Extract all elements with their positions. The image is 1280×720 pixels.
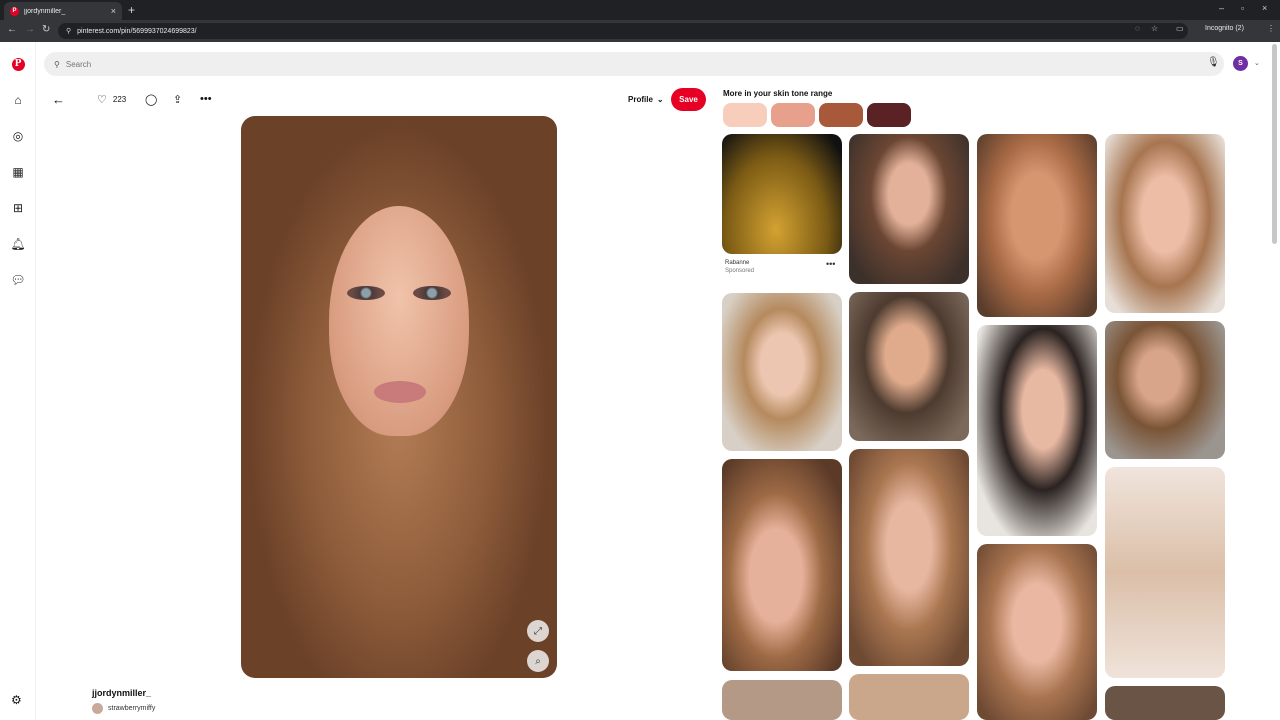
related-pin[interactable] <box>849 292 969 441</box>
sub-user-name[interactable]: strawberrymiffy <box>108 705 155 712</box>
pinterest-logo[interactable]: P <box>10 56 26 72</box>
pinterest-logo-icon: P <box>11 57 25 71</box>
boards-icon[interactable]: ▦ <box>10 164 26 180</box>
portrait-lips <box>374 381 426 403</box>
search-placeholder: Search <box>65 59 92 69</box>
related-pin[interactable] <box>722 293 842 451</box>
like-button[interactable]: ♡ 223 <box>97 93 126 106</box>
more-options-icon[interactable]: ••• <box>200 93 212 105</box>
chevron-down-icon: ⌄ <box>656 95 664 104</box>
search-icon: ⚲ <box>54 59 60 69</box>
related-pin[interactable] <box>977 134 1097 317</box>
visual-search-icon[interactable]: ⌕ <box>527 650 549 672</box>
account-avatar[interactable]: S <box>1233 56 1248 71</box>
skin-tone-swatch[interactable] <box>723 103 767 127</box>
portrait-eye <box>413 286 451 300</box>
left-nav-rail: P ⌂ ◎ ▦ ⊞ 🔔︎ 💬︎ <box>0 42 36 720</box>
home-icon[interactable]: ⌂ <box>10 92 26 108</box>
tab-title: jjordynmiller_ <box>24 7 66 15</box>
profile-label: Profile <box>628 95 653 104</box>
related-pin[interactable] <box>849 449 969 666</box>
search-input[interactable]: ⚲ Search <box>44 52 1224 76</box>
related-title: More in your skin tone range <box>723 89 833 98</box>
related-pin[interactable] <box>977 544 1097 720</box>
sub-user-avatar <box>92 703 103 714</box>
browser-tab-bar: P jjordynmiller_ × + – ▫ × <box>0 0 1280 20</box>
explore-icon[interactable]: ◎ <box>10 128 26 144</box>
menu-kebab-icon[interactable]: ⋮ <box>1267 24 1275 33</box>
reload-icon[interactable]: ↻ <box>42 24 50 35</box>
portrait-face <box>329 206 469 436</box>
close-window-icon[interactable]: × <box>1262 3 1267 13</box>
share-icon[interactable]: ⇪ <box>173 93 182 106</box>
incognito-label[interactable]: Incognito (2) <box>1205 25 1244 32</box>
related-pin[interactable] <box>1105 321 1225 459</box>
create-icon[interactable]: ⊞ <box>10 200 26 216</box>
related-pin[interactable] <box>722 680 842 720</box>
comment-icon[interactable]: ◯ <box>145 93 157 106</box>
related-pin[interactable] <box>977 325 1097 536</box>
related-pin[interactable] <box>849 674 969 720</box>
skin-tone-swatch[interactable] <box>771 103 815 127</box>
messages-icon[interactable]: 💬︎ <box>10 272 26 288</box>
related-pin[interactable] <box>1105 134 1225 313</box>
like-count: 223 <box>112 95 127 104</box>
pinterest-favicon-icon: P <box>10 6 19 16</box>
related-pin[interactable] <box>722 459 842 671</box>
related-pin[interactable] <box>849 134 969 284</box>
bookmark-star-icon[interactable]: ☆ <box>1151 24 1158 33</box>
browser-tab[interactable]: P jjordynmiller_ × <box>4 2 122 20</box>
pin-image[interactable] <box>241 116 557 678</box>
forward-nav-icon[interactable]: → <box>25 24 35 35</box>
expand-icon[interactable]: ⤢ <box>527 620 549 642</box>
minimize-icon[interactable]: – <box>1219 3 1224 13</box>
address-bar[interactable]: ⚲ pinterest.com/pin/5699937024699823/ <box>58 23 1188 39</box>
sidepanel-icon[interactable]: ▭ <box>1176 24 1184 33</box>
eye-off-icon[interactable]: ◌ <box>1135 24 1140 33</box>
close-tab-icon[interactable]: × <box>111 6 116 16</box>
portrait-eye <box>347 286 385 300</box>
save-button[interactable]: Save <box>671 88 706 111</box>
page-scrollbar[interactable] <box>1272 44 1277 244</box>
browser-toolbar: ← → ↻ ⚲ pinterest.com/pin/56999370246998… <box>0 20 1280 42</box>
ad-pin-image[interactable] <box>722 134 842 254</box>
site-info-icon[interactable]: ⚲ <box>66 27 71 35</box>
notifications-bell-icon[interactable]: 🔔︎ <box>10 236 26 252</box>
heart-icon: ♡ <box>97 94 107 106</box>
related-pin[interactable] <box>1105 467 1225 678</box>
more-options-icon[interactable]: ••• <box>826 259 835 269</box>
ad-brand[interactable]: Rabanne <box>725 260 749 266</box>
back-nav-icon[interactable]: ← <box>7 24 17 35</box>
new-tab-icon[interactable]: + <box>128 3 135 17</box>
pin-author[interactable]: jjordynmiller_ <box>92 688 151 698</box>
profile-dropdown[interactable]: Profile ⌄ <box>628 95 664 104</box>
url-text: pinterest.com/pin/5699937024699823/ <box>77 27 197 35</box>
microphone-icon[interactable]: 🎙︎ <box>1207 57 1220 68</box>
back-arrow-icon[interactable]: ← <box>52 92 65 107</box>
maximize-icon[interactable]: ▫ <box>1241 3 1244 13</box>
sponsored-label: Sponsored <box>725 268 755 274</box>
skin-tone-swatch[interactable] <box>867 103 911 127</box>
chevron-down-icon[interactable]: ⌄ <box>1254 59 1260 67</box>
skin-tone-swatch[interactable] <box>819 103 863 127</box>
settings-gear-icon[interactable]: ⚙ <box>11 693 22 707</box>
related-pin[interactable] <box>1105 686 1225 720</box>
